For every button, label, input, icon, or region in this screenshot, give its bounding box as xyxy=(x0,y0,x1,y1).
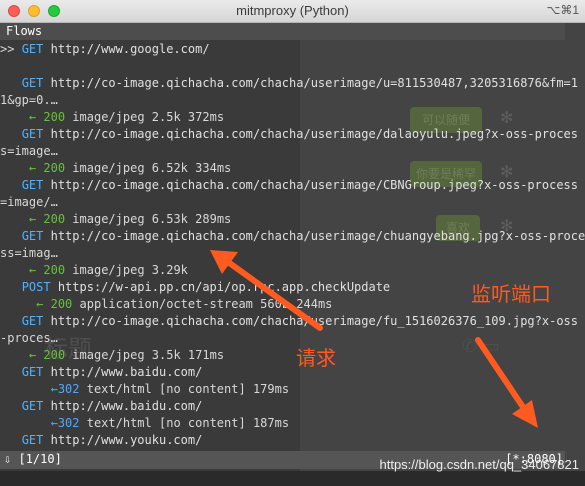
watermark: https://blog.csdn.net/qq_34067821 xyxy=(379,457,580,472)
listen-port-annotation: 监听端口 xyxy=(471,282,551,306)
request-arrow xyxy=(210,250,323,331)
mitmproxy-window: mitmproxy (Python) ⌥⌘1 可以随便 你要是稀罕 喜欢 ✻ ✻… xyxy=(0,0,585,486)
annotation-arrows xyxy=(210,250,538,428)
request-annotation: 请求 xyxy=(296,346,336,370)
listen-port-arrow xyxy=(475,337,538,428)
